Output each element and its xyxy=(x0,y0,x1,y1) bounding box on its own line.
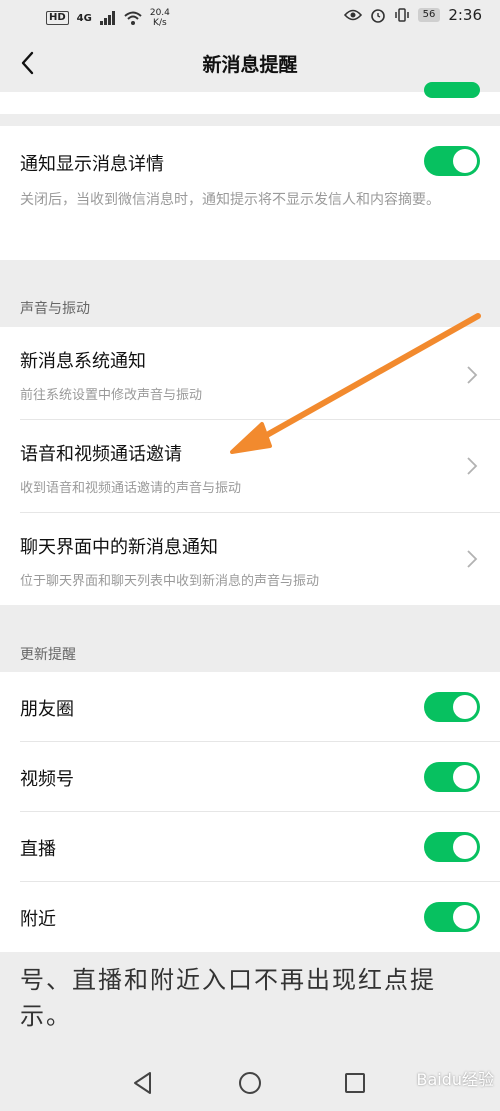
chevron-right-icon xyxy=(467,366,478,384)
notify-detail-section: 通知显示消息详情 关闭后，当收到微信消息时，通知提示将不显示发信人和内容摘要。 xyxy=(0,126,500,260)
watermark: Baidu经验 xyxy=(416,1070,494,1089)
nav-bar: 新消息提醒 xyxy=(0,34,500,92)
eye-icon xyxy=(343,9,362,21)
notify-detail-desc: 关闭后，当收到微信消息时，通知提示将不显示发信人和内容摘要。 xyxy=(20,192,440,208)
toggle-knob xyxy=(453,149,477,173)
update-item-title: 附近 xyxy=(20,909,56,930)
sound-item-system[interactable]: 新消息系统通知 前往系统设置中修改声音与振动 xyxy=(0,327,500,420)
nav-home-icon[interactable] xyxy=(237,1070,263,1096)
update-section-header: 更新提醒 xyxy=(20,647,76,663)
sound-item-title: 聊天界面中的新消息通知 xyxy=(20,537,218,558)
vibrate-icon xyxy=(394,8,409,22)
update-item-nearby: 附近 xyxy=(0,882,500,952)
sound-section-header: 声音与振动 xyxy=(20,301,90,317)
alarm-icon xyxy=(370,9,385,23)
bottom-caption: 号、直播和附近入口不再出现红点提示。 xyxy=(20,966,436,1030)
status-bar: HD 4G 20.4 K/s 56 2:36 xyxy=(0,0,500,34)
sound-item-call[interactable]: 语音和视频通话邀请 收到语音和视频通话邀请的声音与振动 xyxy=(0,420,500,513)
chevron-right-icon xyxy=(467,457,478,475)
battery-level: 56 xyxy=(417,8,441,22)
network-speed: 20.4 K/s xyxy=(150,8,170,28)
update-item-title: 直播 xyxy=(20,839,56,860)
update-item-live: 直播 xyxy=(0,812,500,882)
sound-item-title: 语音和视频通话邀请 xyxy=(20,444,182,465)
update-item-title: 视频号 xyxy=(20,769,74,790)
wifi-icon xyxy=(124,11,142,25)
previous-section xyxy=(0,82,500,114)
hd-badge: HD xyxy=(46,11,69,25)
sound-item-sub: 前往系统设置中修改声音与振动 xyxy=(20,388,203,403)
notify-detail-toggle[interactable] xyxy=(424,146,480,176)
clock: 2:36 xyxy=(448,6,482,24)
sound-item-chat[interactable]: 聊天界面中的新消息通知 位于聊天界面和聊天列表中收到新消息的声音与振动 xyxy=(0,513,500,605)
partial-toggle[interactable] xyxy=(424,82,480,98)
sound-item-title: 新消息系统通知 xyxy=(20,351,146,372)
moments-toggle[interactable] xyxy=(424,692,480,722)
toggle-knob xyxy=(453,905,477,929)
speed-unit: K/s xyxy=(153,18,167,28)
chevron-right-icon xyxy=(467,550,478,568)
sound-item-sub: 收到语音和视频通话邀请的声音与振动 xyxy=(20,481,242,496)
speed-value: 20.4 xyxy=(149,8,170,18)
nav-recents-icon[interactable] xyxy=(343,1071,367,1095)
page-title: 新消息提醒 xyxy=(202,54,298,76)
nav-back-icon[interactable] xyxy=(130,1070,156,1096)
toggle-knob xyxy=(453,695,477,719)
signal-icon xyxy=(99,11,115,25)
update-item-moments: 朋友圈 xyxy=(0,672,500,742)
channels-toggle[interactable] xyxy=(424,762,480,792)
update-item-title: 朋友圈 xyxy=(20,699,74,720)
update-item-channels: 视频号 xyxy=(0,742,500,812)
sound-section: 新消息系统通知 前往系统设置中修改声音与振动 语音和视频通话邀请 收到语音和视频… xyxy=(0,327,500,605)
toggle-knob xyxy=(453,835,477,859)
live-toggle[interactable] xyxy=(424,832,480,862)
sound-item-sub: 位于聊天界面和聊天列表中收到新消息的声音与振动 xyxy=(20,574,320,589)
update-section: 朋友圈 视频号 直播 附近 xyxy=(0,672,500,952)
toggle-knob xyxy=(453,765,477,789)
nearby-toggle[interactable] xyxy=(424,902,480,932)
network-type: 4G xyxy=(76,12,92,24)
notify-detail-title: 通知显示消息详情 xyxy=(20,154,164,175)
